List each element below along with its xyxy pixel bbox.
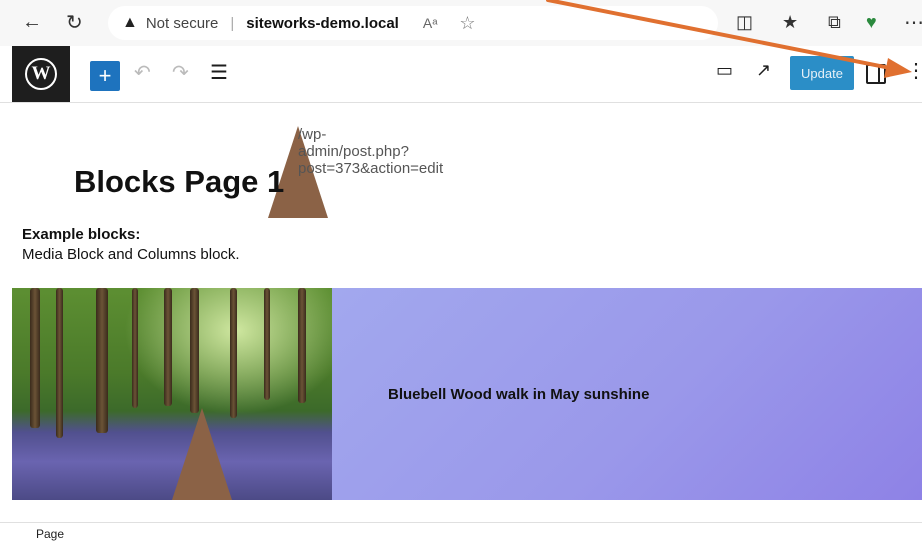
media-caption[interactable]: Bluebell Wood walk in May sunshine (388, 386, 649, 403)
document-overview-icon[interactable]: ☰ (210, 60, 228, 85)
split-screen-icon[interactable]: ◫ (736, 10, 753, 34)
back-icon[interactable]: ← (22, 10, 42, 34)
read-aloud-icon[interactable]: Aᵃ (423, 15, 438, 31)
wordpress-logo-icon: W (25, 58, 57, 90)
intro-text[interactable]: Media Block and Columns block. (22, 246, 240, 263)
settings-panel-icon[interactable] (866, 64, 886, 84)
options-menu-icon[interactable]: ⋮ (906, 58, 922, 83)
editor-toolbar: W + ↶ ↷ ☰ ▭ ↗ Update ⋮ (0, 46, 922, 103)
add-block-button[interactable]: + (90, 61, 120, 91)
intro-heading[interactable]: Example blocks: (22, 226, 140, 243)
collections-icon[interactable]: ⧉ (828, 10, 841, 34)
browser-toolbar: ← ↻ ▲ Not secure | siteworks-demo.local … (0, 0, 922, 218)
security-label[interactable]: Not secure (146, 15, 219, 32)
warning-icon: ▲ (122, 14, 138, 31)
page-title[interactable]: Blocks Page 1 (74, 164, 284, 200)
star-icon[interactable]: ☆ (459, 13, 475, 34)
preview-icon[interactable]: ▭ (716, 60, 733, 81)
undo-icon[interactable]: ↶ (134, 60, 151, 85)
wordpress-logo-button[interactable]: W (12, 46, 70, 102)
refresh-icon[interactable]: ↻ (66, 10, 83, 34)
redo-icon[interactable]: ↷ (172, 60, 189, 85)
url-host: siteworks-demo.local (246, 14, 399, 32)
editor-footer: Page (0, 522, 922, 542)
media-text-block[interactable]: Bluebell Wood walk in May sunshine (12, 288, 922, 500)
update-button[interactable]: Update (790, 56, 854, 90)
favorites-icon[interactable]: ★ (782, 10, 798, 34)
media-text-content[interactable]: Bluebell Wood walk in May sunshine (332, 288, 922, 500)
address-separator: | (230, 14, 235, 32)
breadcrumb-page[interactable]: Page (36, 527, 64, 541)
health-icon[interactable]: ♥ (866, 10, 877, 34)
bluebell-wood-image[interactable] (12, 288, 332, 500)
more-icon[interactable]: ⋯ (904, 10, 922, 34)
view-post-icon[interactable]: ↗ (756, 60, 771, 81)
address-bar[interactable]: ▲ Not secure | siteworks-demo.local /wp-… (108, 6, 718, 218)
